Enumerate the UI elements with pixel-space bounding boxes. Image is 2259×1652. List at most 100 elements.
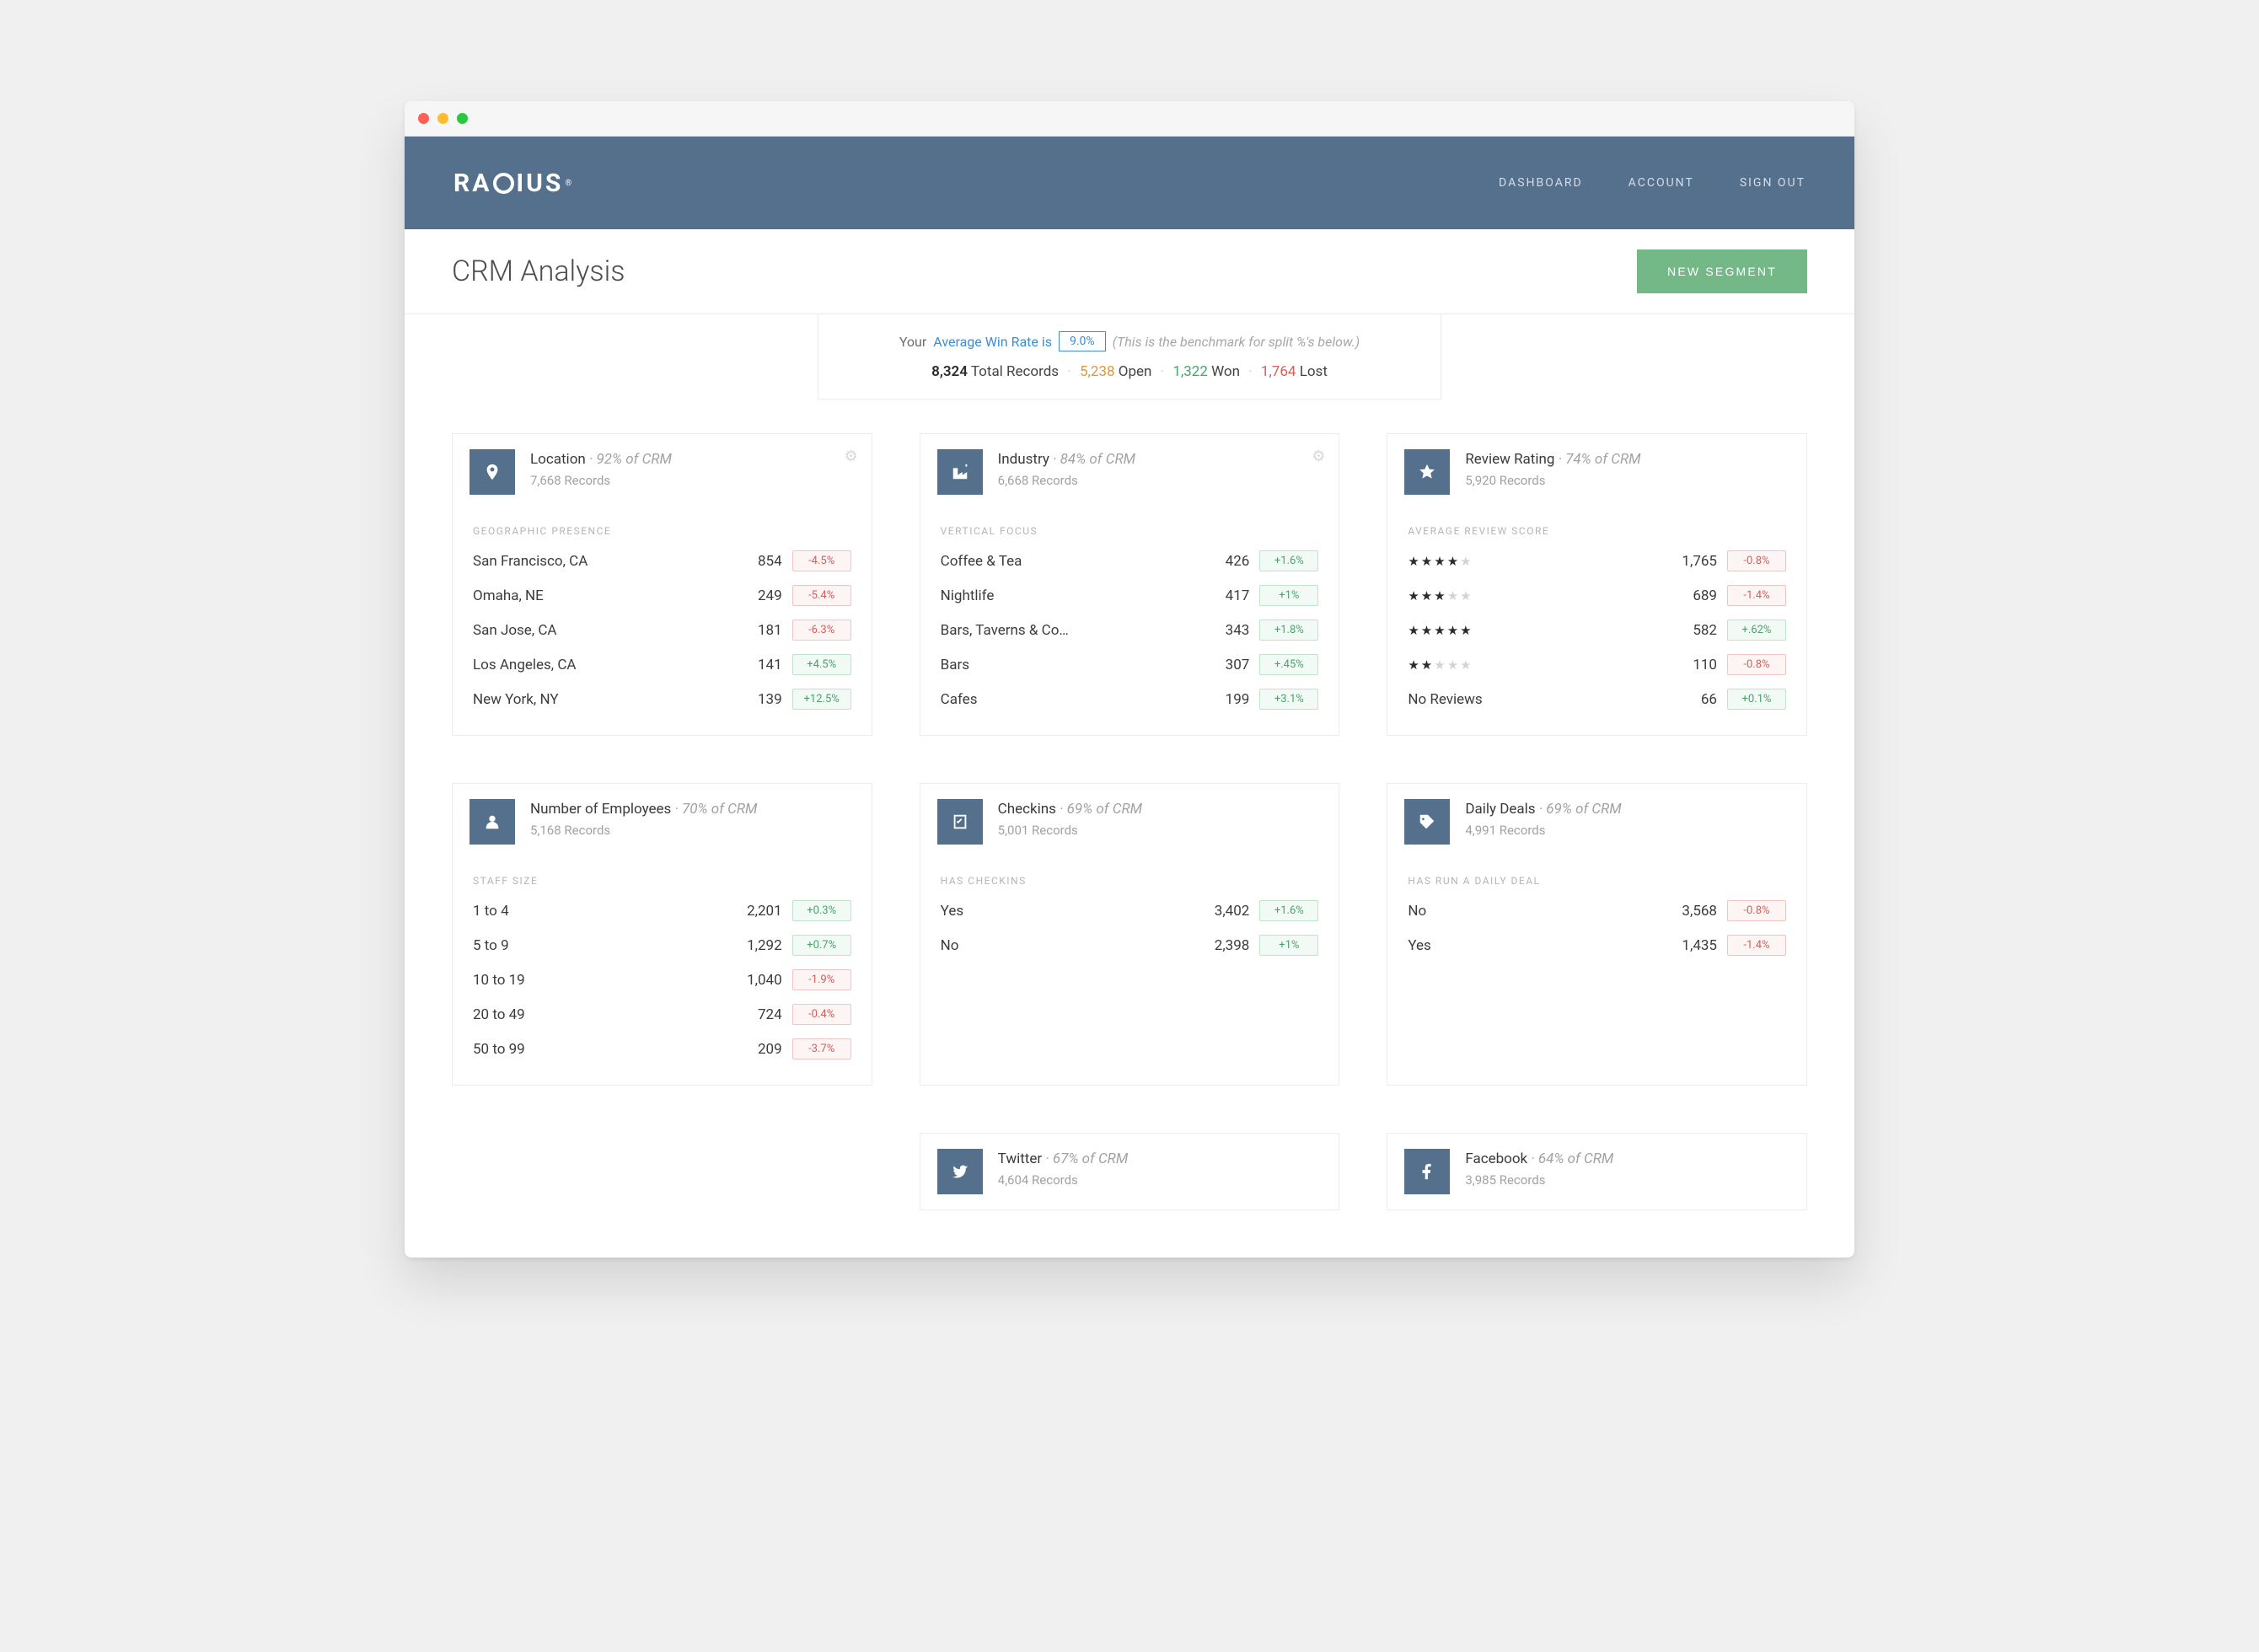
data-row[interactable]: Bars307+.45% [941, 647, 1319, 682]
card-checkins: Checkins · 69% of CRM5,001 Records HAS CH… [920, 783, 1340, 1086]
data-row[interactable]: San Francisco, CA854-4.5% [473, 544, 851, 578]
minimize-icon[interactable] [437, 113, 448, 124]
row-value: 426 [1177, 553, 1249, 570]
nav-account[interactable]: ACCOUNT [1629, 176, 1694, 190]
data-row[interactable]: New York, NY 139 +12.5% [473, 682, 851, 716]
card-section-label: STAFF SIZE [453, 860, 872, 893]
nav-signout[interactable]: SIGN OUT [1740, 176, 1806, 190]
row-label: Bars, Taverns & Co… [941, 622, 1167, 639]
card-header: Location · 92% of CRM7,668 Records ⚙ [453, 434, 872, 510]
row-delta: -0.8% [1727, 654, 1786, 675]
data-row[interactable]: Coffee & Tea426+1.6% [941, 544, 1319, 578]
data-row[interactable]: ★★★★★1,765-0.8% [1408, 544, 1786, 578]
row-value: 1,040 [710, 972, 782, 989]
data-row[interactable]: 10 to 191,040-1.9% [473, 963, 851, 997]
data-row[interactable]: San Jose, CA181-6.3% [473, 613, 851, 647]
card-title-block: Checkins · 69% of CRM5,001 Records [998, 799, 1142, 838]
data-row[interactable]: Yes1,435-1.4% [1408, 928, 1786, 963]
card-title-block: Twitter · 67% of CRM4,604 Records [998, 1149, 1129, 1188]
data-row[interactable]: No Reviews66+0.1% [1408, 682, 1786, 716]
facebook-icon [1404, 1149, 1450, 1194]
row-delta: +12.5% [792, 689, 851, 710]
row-label: New York, NY [473, 691, 700, 708]
card-review: Review Rating · 74% of CRM5,920 RecordsA… [1387, 433, 1807, 736]
data-row[interactable]: Los Angeles, CA141+4.5% [473, 647, 851, 682]
card-section-label: VERTICAL FOCUS [920, 510, 1339, 544]
row-label: Coffee & Tea [941, 553, 1167, 570]
card-deals: Daily Deals · 69% of CRM4,991 RecordsHAS… [1387, 783, 1807, 1086]
card-coverage: · 69% of CRM [1539, 801, 1622, 818]
row-label: No [941, 937, 1167, 954]
window-titlebar [405, 101, 1854, 137]
data-row[interactable]: Yes3,402+1.6% [941, 893, 1319, 928]
card-title-block: Location · 92% of CRM7,668 Records [530, 449, 672, 488]
card-records: 3,985 Records [1465, 1172, 1613, 1188]
gear-icon[interactable]: ⚙ [845, 448, 858, 465]
card-title-block: Industry · 84% of CRM6,668 Records [998, 449, 1135, 488]
data-row[interactable]: ★★★★★582+.62% [1408, 613, 1786, 647]
row-delta: -5.4% [792, 585, 851, 606]
pin-icon [470, 449, 515, 495]
data-row[interactable]: 5 to 91,292+0.7% [473, 928, 851, 963]
data-row[interactable]: No3,568-0.8% [1408, 893, 1786, 928]
row-delta: +0.7% [792, 935, 851, 956]
row-label: Bars [941, 657, 1167, 673]
gear-icon[interactable]: ⚙ [1312, 448, 1325, 465]
app-window: RAIUS® DASHBOARD ACCOUNT SIGN OUT CRM An… [405, 101, 1854, 1258]
row-label: San Jose, CA [473, 622, 700, 639]
card-title: Checkins · 69% of CRM [998, 801, 1142, 818]
maximize-icon[interactable] [457, 113, 468, 124]
nav-dashboard[interactable]: DASHBOARD [1499, 176, 1583, 190]
card-header: Facebook · 64% of CRM 3,985 Records [1387, 1134, 1806, 1210]
card-header: Industry · 84% of CRM6,668 Records ⚙ [920, 434, 1339, 510]
data-row[interactable]: No2,398+1% [941, 928, 1319, 963]
row-label: Cafes [941, 691, 1167, 708]
row-delta: +0.3% [792, 900, 851, 921]
row-value: 2,398 [1177, 937, 1249, 954]
benchmark-prefix: Your [899, 334, 926, 350]
row-label: ★★★★★ [1408, 622, 1634, 639]
brand-logo[interactable]: RAIUS® [453, 169, 574, 198]
card-coverage: · 69% of CRM [1060, 801, 1142, 818]
card-title: Review Rating · 74% of CRM [1465, 451, 1640, 468]
card-header: Review Rating · 74% of CRM5,920 Records [1387, 434, 1806, 510]
row-delta: +1.8% [1259, 620, 1318, 641]
row-label: Omaha, NE [473, 587, 700, 604]
card-section-label: HAS CHECKINS [920, 860, 1339, 893]
data-row[interactable]: Bars, Taverns & Co…343+1.8% [941, 613, 1319, 647]
data-row[interactable]: 1 to 42,201+0.3% [473, 893, 851, 928]
brand-d-icon [493, 173, 514, 194]
data-row[interactable]: Cafes199+3.1% [941, 682, 1319, 716]
data-row[interactable]: 50 to 99209-3.7% [473, 1032, 851, 1066]
card-title-block: Review Rating · 74% of CRM5,920 Records [1465, 449, 1640, 488]
card-section-label: HAS RUN A DAILY DEAL [1387, 860, 1806, 893]
row-delta: +3.1% [1259, 689, 1318, 710]
data-row[interactable]: ★★★★★689-1.4% [1408, 578, 1786, 613]
card-coverage: · 74% of CRM [1559, 451, 1641, 468]
data-row[interactable]: ★★★★★110-0.8% [1408, 647, 1786, 682]
lost-label: Lost [1300, 363, 1328, 380]
card-records: 5,168 Records [530, 823, 757, 838]
row-delta: -3.7% [792, 1038, 851, 1059]
card-title: Facebook · 64% of CRM [1465, 1150, 1613, 1167]
row-label: 10 to 19 [473, 972, 700, 989]
close-icon[interactable] [418, 113, 429, 124]
data-row[interactable]: Nightlife417+1% [941, 578, 1319, 613]
card-title: Number of Employees · 70% of CRM [530, 801, 757, 818]
row-delta: +.62% [1727, 620, 1786, 641]
row-delta: +4.5% [792, 654, 851, 675]
open-label: Open [1119, 363, 1152, 380]
row-value: 66 [1645, 691, 1717, 708]
new-segment-button[interactable]: NEW SEGMENT [1637, 249, 1807, 293]
row-value: 139 [710, 691, 782, 708]
top-nav: RAIUS® DASHBOARD ACCOUNT SIGN OUT [405, 137, 1854, 229]
data-row[interactable]: 20 to 49724-0.4% [473, 997, 851, 1032]
benchmark-link[interactable]: Average Win Rate is [933, 334, 1052, 350]
card-title-block: Facebook · 64% of CRM 3,985 Records [1465, 1149, 1613, 1188]
nav-links: DASHBOARD ACCOUNT SIGN OUT [1499, 176, 1806, 190]
card-employees: Number of Employees · 70% of CRM 5,168 Re… [452, 783, 872, 1086]
row-label: ★★★★★ [1408, 553, 1634, 570]
row-label: Nightlife [941, 587, 1167, 604]
registered-icon: ® [565, 179, 574, 188]
data-row[interactable]: Omaha, NE249-5.4% [473, 578, 851, 613]
